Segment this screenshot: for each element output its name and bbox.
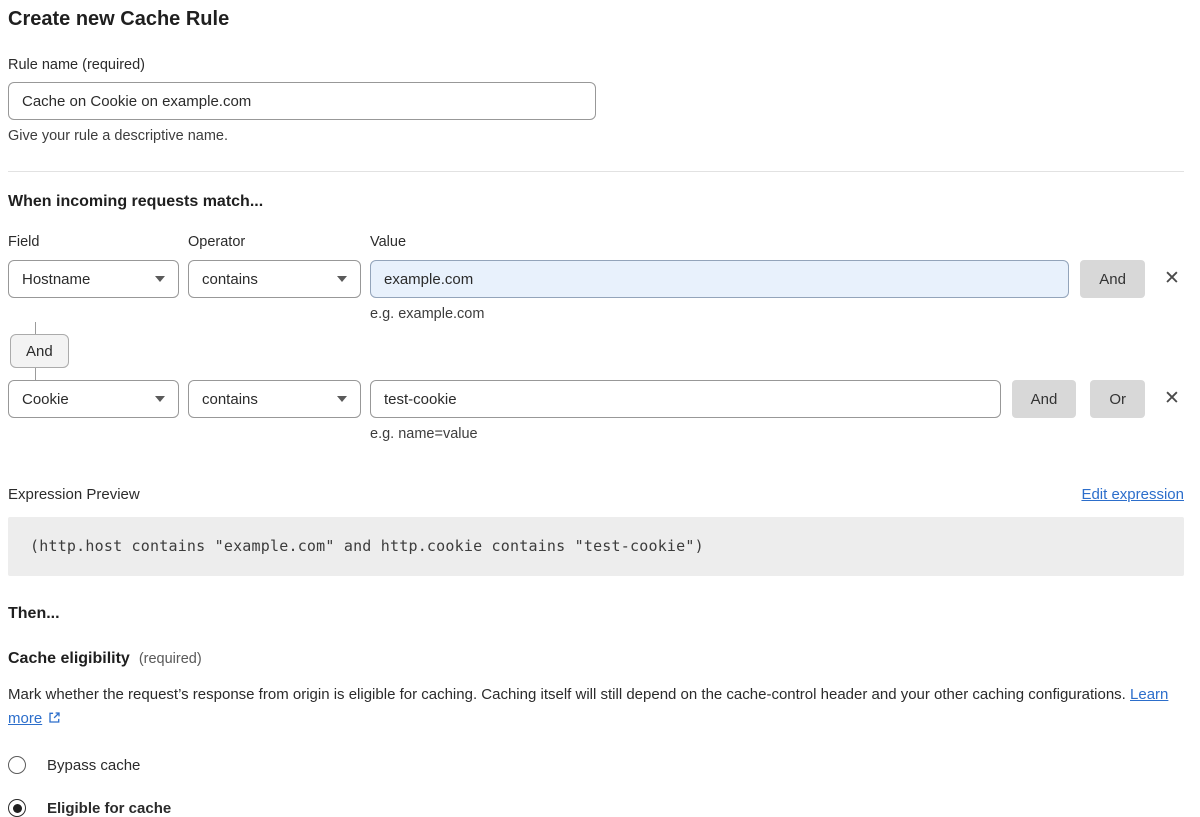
rule-name-label: Rule name (required) (8, 57, 1184, 73)
match-column-labels: Field Operator Value (8, 234, 1184, 250)
rule-name-help: Give your rule a descriptive name. (8, 128, 1184, 144)
rule-name-input[interactable] (8, 82, 596, 120)
close-icon: ✕ (1164, 388, 1180, 409)
operator-select-value: contains (202, 271, 258, 288)
radio-button-icon[interactable] (8, 756, 26, 774)
operator-select-value: contains (202, 391, 258, 408)
operator-column-label: Operator (188, 234, 370, 250)
and-button[interactable]: And (1080, 260, 1145, 298)
value-column-label: Value (370, 234, 406, 250)
and-button[interactable]: And (1012, 380, 1077, 418)
radio-label: Bypass cache (47, 757, 140, 774)
edit-expression-link[interactable]: Edit expression (1081, 486, 1184, 503)
radio-label: Eligible for cache (47, 800, 171, 817)
remove-condition-button[interactable]: ✕ (1160, 380, 1184, 418)
value-column: e.g. name=value (370, 380, 1001, 442)
chevron-down-icon (155, 396, 165, 402)
radio-option-eligible-for-cache[interactable]: Eligible for cache (8, 799, 1184, 817)
field-select-value: Hostname (22, 271, 90, 288)
close-icon: ✕ (1164, 268, 1180, 289)
value-input[interactable] (370, 380, 1001, 418)
rule-name-section: Rule name (required) Give your rule a de… (8, 57, 1184, 144)
expression-preview-code: (http.host contains "example.com" and ht… (8, 517, 1184, 576)
operator-select[interactable]: contains (188, 380, 361, 418)
external-link-icon (47, 709, 62, 733)
match-row: Hostname contains e.g. example.com And ✕ (8, 260, 1184, 322)
match-row: Cookie contains e.g. name=value And Or ✕ (8, 380, 1184, 442)
condition-connector: And (8, 334, 1184, 368)
field-select[interactable]: Hostname (8, 260, 179, 298)
operator-select[interactable]: contains (188, 260, 361, 298)
chevron-down-icon (155, 276, 165, 282)
value-input[interactable] (370, 260, 1069, 298)
create-cache-rule-page: Create new Cache Rule Rule name (require… (0, 0, 1200, 817)
radio-option-bypass-cache[interactable]: Bypass cache (8, 756, 1184, 774)
value-column: e.g. example.com (370, 260, 1069, 322)
radio-button-selected-icon[interactable] (8, 799, 26, 817)
section-divider (8, 171, 1184, 172)
expression-preview-label: Expression Preview (8, 486, 140, 503)
page-title: Create new Cache Rule (8, 8, 1184, 31)
value-hint: e.g. name=value (370, 426, 1001, 442)
match-section-heading: When incoming requests match... (8, 193, 1184, 211)
expression-preview-header: Expression Preview Edit expression (8, 486, 1184, 503)
cache-eligibility-description: Mark whether the request’s response from… (8, 683, 1173, 733)
field-select-value: Cookie (22, 391, 69, 408)
description-text: Mark whether the request’s response from… (8, 686, 1126, 703)
required-note: (required) (139, 651, 202, 667)
value-hint: e.g. example.com (370, 306, 1069, 322)
field-column-label: Field (8, 234, 188, 250)
connector-and-button[interactable]: And (10, 334, 69, 368)
cache-eligibility-title: Cache eligibility (8, 650, 130, 668)
field-select[interactable]: Cookie (8, 380, 179, 418)
cache-eligibility-heading: Cache eligibility (required) (8, 650, 1184, 668)
or-button[interactable]: Or (1090, 380, 1145, 418)
then-heading: Then... (8, 605, 1184, 623)
remove-condition-button[interactable]: ✕ (1160, 260, 1184, 298)
chevron-down-icon (337, 396, 347, 402)
chevron-down-icon (337, 276, 347, 282)
